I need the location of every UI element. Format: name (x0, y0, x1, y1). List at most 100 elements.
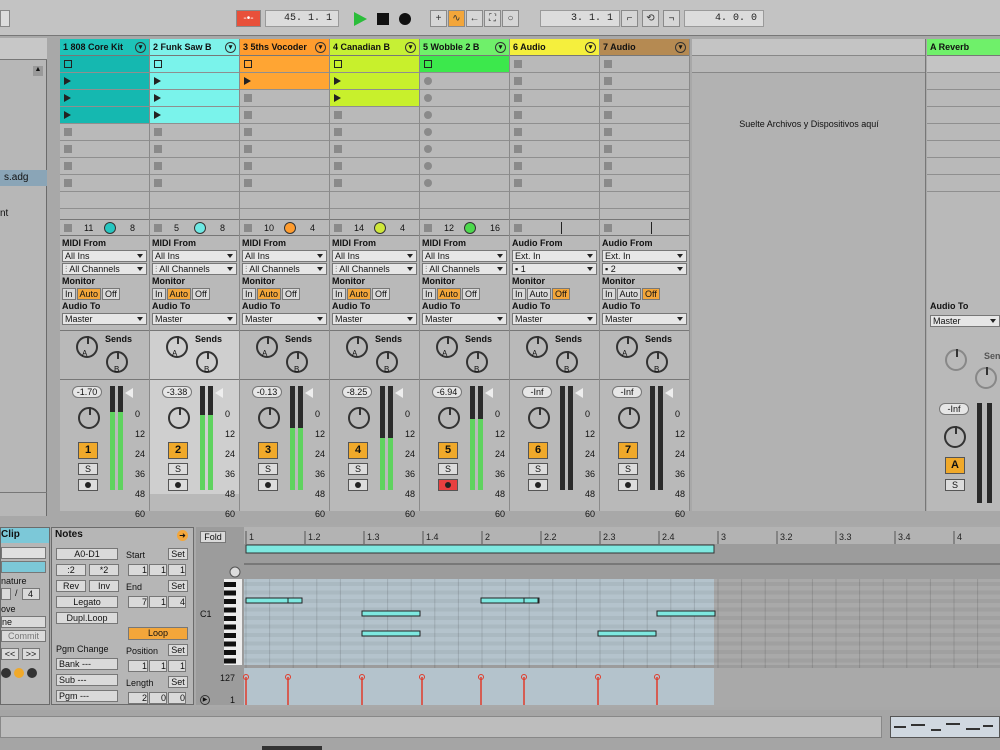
length-sixteenth[interactable]: 0 (168, 692, 186, 704)
fold-arrow-icon[interactable]: ▾ (225, 42, 236, 53)
return-slot[interactable] (927, 107, 1000, 124)
input-channel-select[interactable]: ⫶ All Channels (152, 263, 237, 275)
input-type-select[interactable]: All Ins (332, 250, 417, 262)
monitor-in-button[interactable]: In (152, 288, 166, 300)
clip-slot[interactable] (510, 56, 599, 73)
end-beat[interactable]: 1 (149, 596, 167, 608)
clip-play-icon[interactable] (64, 77, 72, 85)
loop-start[interactable]: 3. 1. 1 (540, 10, 620, 27)
monitor-in-button[interactable]: In (62, 288, 76, 300)
midi-note-icon[interactable] (14, 668, 24, 678)
clip-slot[interactable] (600, 56, 689, 73)
pan-knob[interactable] (258, 407, 280, 429)
monitor-auto-button[interactable]: Auto (526, 288, 552, 300)
input-channel-select[interactable]: ⫶ All Channels (242, 263, 327, 275)
clip-slot[interactable] (150, 158, 239, 175)
clip-slot[interactable] (510, 90, 599, 107)
stop-clips-icon[interactable] (514, 224, 522, 232)
arrangement-position[interactable]: 45. 1. 1 (265, 10, 339, 27)
browser-item[interactable]: nt (0, 208, 8, 219)
clip-stop-icon[interactable] (604, 179, 612, 187)
pan-knob[interactable] (348, 407, 370, 429)
clip-slot[interactable] (60, 56, 149, 73)
stop-clips-icon[interactable] (424, 224, 432, 232)
input-type-select[interactable]: All Ins (242, 250, 327, 262)
monitor-off-button[interactable]: Off (552, 288, 570, 300)
arm-button[interactable] (168, 479, 188, 491)
fader-handle-icon[interactable] (575, 388, 583, 398)
clip-slot[interactable] (510, 192, 599, 209)
stop-clips-icon[interactable] (334, 224, 342, 232)
clip-slot[interactable] (240, 141, 329, 158)
clip-stop-icon[interactable] (244, 128, 252, 136)
clip-stop-icon[interactable] (64, 128, 72, 136)
clip-slot[interactable] (330, 73, 419, 90)
length-set-button[interactable]: Set (168, 676, 188, 688)
clip-slot[interactable] (600, 124, 689, 141)
output-select[interactable]: Master (422, 313, 507, 325)
clip-slot[interactable] (330, 175, 419, 192)
input-type-select[interactable]: Ext. In (512, 250, 597, 262)
clip-slot[interactable] (240, 175, 329, 192)
overview-thumbnail[interactable] (890, 716, 1000, 738)
clip-play-icon[interactable] (424, 60, 432, 68)
solo-button[interactable]: S (348, 463, 368, 475)
volume-field[interactable]: -Inf (612, 386, 642, 398)
return-slot[interactable] (927, 141, 1000, 158)
return-slot[interactable] (927, 124, 1000, 141)
clip-slot[interactable] (60, 175, 149, 192)
arm-button[interactable] (618, 479, 638, 491)
clip-play-icon[interactable] (154, 111, 162, 119)
fader-handle-icon[interactable] (665, 388, 673, 398)
clip-stop-icon[interactable] (244, 94, 252, 102)
clip-play-icon[interactable] (154, 94, 162, 102)
clip-slot[interactable] (510, 141, 599, 158)
clip-stop-icon[interactable] (514, 60, 522, 68)
clip-play-icon[interactable] (64, 60, 72, 68)
duplicate-loop-button[interactable]: Dupl.Loop (56, 612, 118, 624)
arm-button[interactable] (258, 479, 278, 491)
length-bar[interactable]: 2 (128, 692, 148, 704)
clip-slot[interactable] (330, 124, 419, 141)
track-header[interactable]: 1 808 Core Kit ▾ (60, 39, 149, 56)
input-channel-select[interactable]: ⫶ All Channels (62, 263, 147, 275)
clip-slot[interactable] (510, 158, 599, 175)
return-output-select[interactable]: Master (930, 315, 1000, 327)
output-select[interactable]: Master (62, 313, 147, 325)
clip-slot[interactable] (240, 158, 329, 175)
monitor-off-button[interactable]: Off (642, 288, 660, 300)
return-slot[interactable] (927, 73, 1000, 90)
clip-stop-icon[interactable] (64, 162, 72, 170)
browser-scrollbar[interactable] (0, 492, 47, 500)
clip-slot[interactable] (60, 158, 149, 175)
loop-brace[interactable] (245, 544, 715, 554)
automation-arm-icon[interactable]: ∿ (448, 10, 465, 27)
track-header[interactable]: 4 Canadian B ▾ (330, 39, 419, 56)
return-slot[interactable] (927, 158, 1000, 175)
reverse-button[interactable]: Rev (56, 580, 86, 592)
clip-stop-icon[interactable] (604, 162, 612, 170)
track-header[interactable]: 7 Audio ▾ (600, 39, 689, 56)
midi-note[interactable] (287, 597, 303, 604)
fader-handle-icon[interactable] (305, 388, 313, 398)
clip-stop-icon[interactable] (514, 128, 522, 136)
fold-button[interactable]: Fold (200, 531, 226, 543)
clip-slot[interactable] (150, 56, 239, 73)
clip-stop-icon[interactable] (334, 162, 342, 170)
end-set-button[interactable]: Set (168, 580, 188, 592)
end-sixteenth[interactable]: 4 (168, 596, 186, 608)
fold-arrow-icon[interactable]: ▾ (675, 42, 686, 53)
fold-arrow-icon[interactable]: ▾ (495, 42, 506, 53)
clip-stop-icon[interactable] (334, 128, 342, 136)
midi-note[interactable] (361, 630, 421, 637)
track-header[interactable]: 2 Funk Saw B ▾ (150, 39, 239, 56)
pan-knob[interactable] (528, 407, 550, 429)
track-header[interactable]: 5 Wobble 2 B ▾ (420, 39, 509, 56)
browser-item-selected[interactable]: s.adg (0, 170, 47, 186)
arm-button[interactable] (528, 479, 548, 491)
arm-button[interactable] (78, 479, 98, 491)
piano-roll[interactable]: 1 1.2 1.3 1.4 2 2.2 2.3 2.4 3 3.2 3.3 3.4 4 (224, 527, 1000, 705)
clip-play-icon[interactable] (334, 94, 342, 102)
solo-button[interactable]: S (168, 463, 188, 475)
clip-stop-icon[interactable] (604, 77, 612, 85)
